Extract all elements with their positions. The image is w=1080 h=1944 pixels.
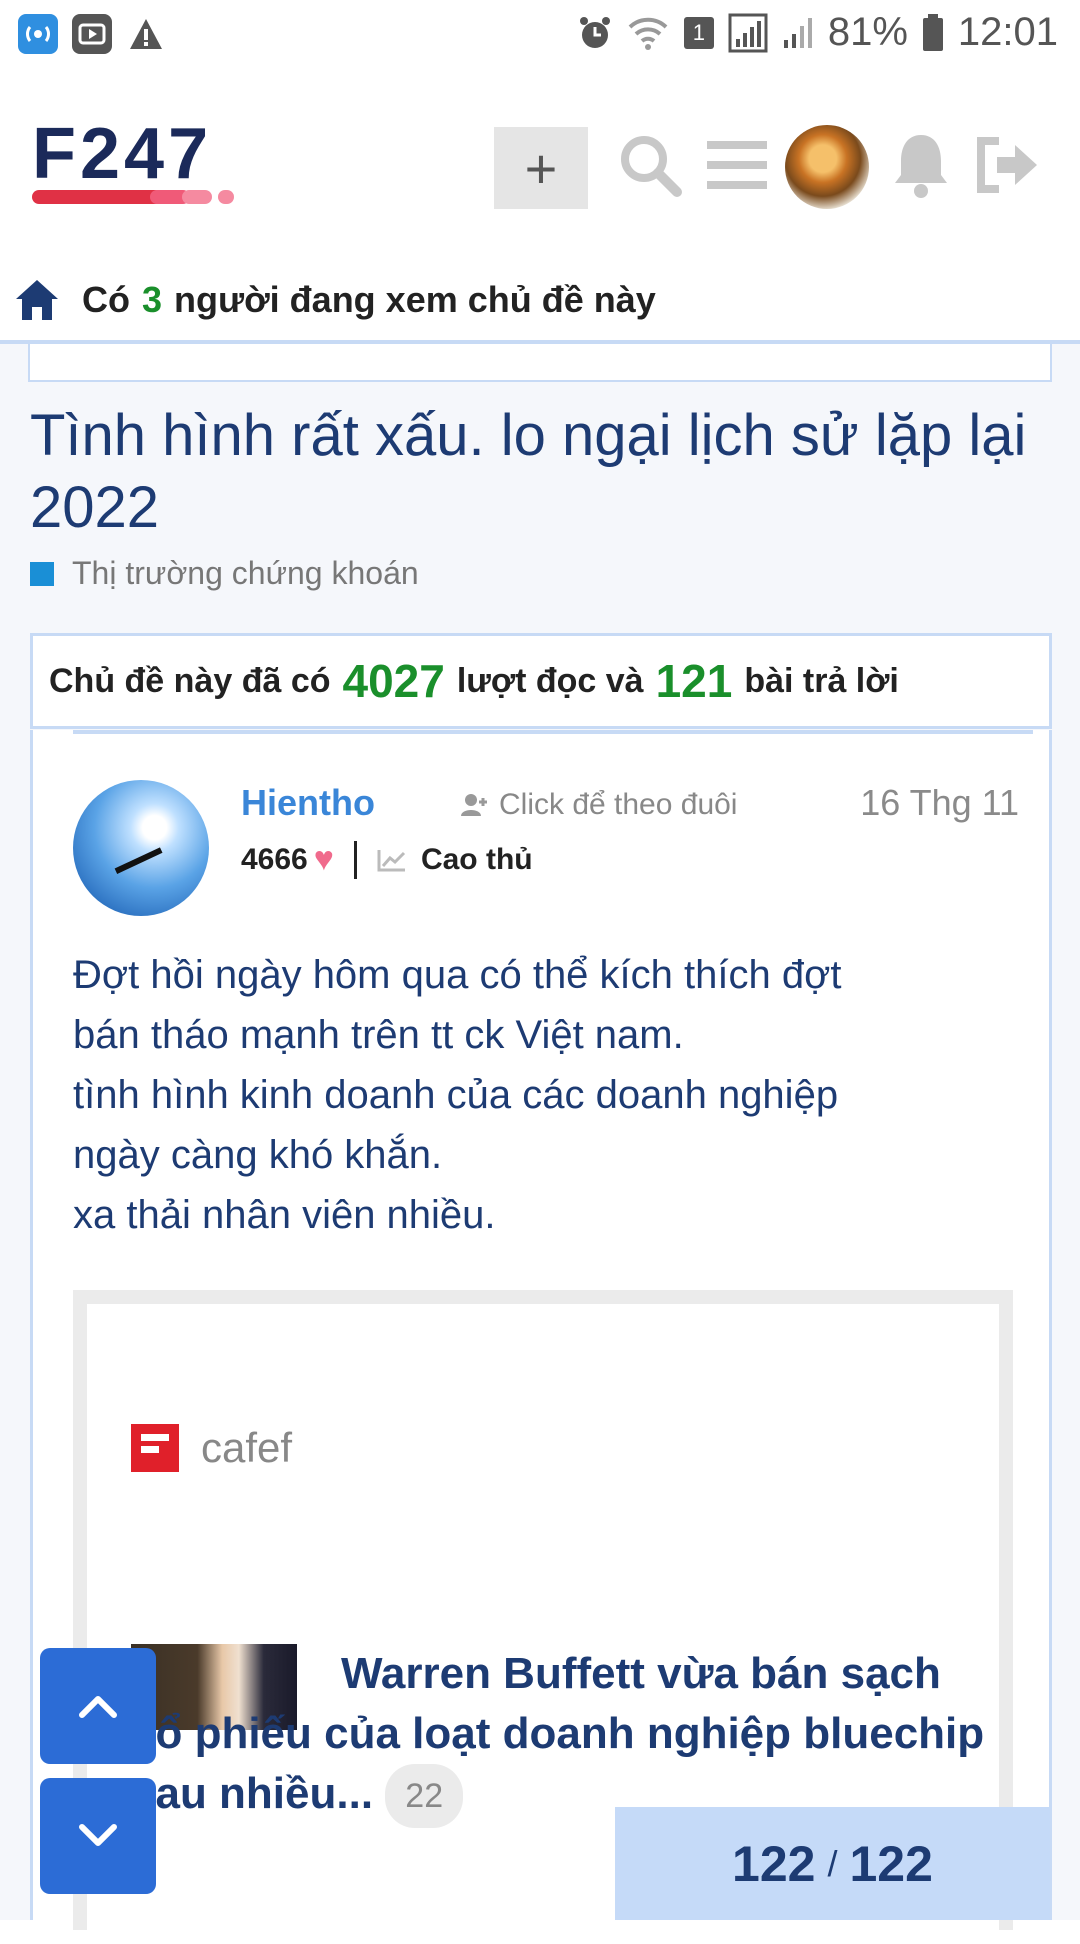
add-button[interactable]: + xyxy=(494,127,588,209)
poster-stats: 4666 ♥ Cao thủ xyxy=(241,840,533,879)
warning-icon xyxy=(126,14,166,54)
site-header: F247 + xyxy=(0,75,1080,255)
post-line: bán tháo mạnh trên tt ck Việt nam. xyxy=(73,1013,684,1057)
post-card: Hientho Click để theo đuôi 16 Thg 11 466… xyxy=(30,730,1052,1944)
battery-icon xyxy=(922,13,943,51)
signal-icon xyxy=(728,13,768,52)
source-name: cafef xyxy=(201,1424,293,1471)
stats-suffix: bài trả lời xyxy=(744,661,899,700)
preview-source: cafef xyxy=(131,1424,292,1472)
previous-post-edge xyxy=(28,344,1052,382)
pager-current: 122 xyxy=(732,1835,816,1892)
add-user-icon xyxy=(461,794,487,816)
follow-label: Click để theo đuôi xyxy=(499,788,738,821)
alarm-icon xyxy=(579,16,610,48)
sim-indicator: 1 xyxy=(683,16,714,49)
cafef-logo-icon xyxy=(131,1424,179,1472)
viewers-count: 3 xyxy=(142,279,163,320)
poster-points: 4666 xyxy=(241,842,308,876)
preview-headline[interactable]: Warren Buffett vừa bán sạch cổ phiếu của… xyxy=(131,1644,991,1829)
viewers-text: Có 3 người đang xem chủ đề này xyxy=(82,279,656,321)
pager-slash: / xyxy=(827,1842,838,1884)
battery-percent: 81% xyxy=(827,10,908,54)
viewers-suffix: người đang xem chủ đề này xyxy=(174,279,656,320)
heart-icon: ♥ xyxy=(313,840,334,878)
post-pager[interactable]: 122 / 122 xyxy=(615,1807,1050,1920)
chart-trend-icon xyxy=(377,849,405,871)
poster-username[interactable]: Hientho xyxy=(241,782,375,824)
chevron-up-icon xyxy=(79,1696,117,1718)
separator xyxy=(353,840,357,879)
scroll-up-button[interactable] xyxy=(40,1648,156,1764)
post-line: ngày càng khó khắn. xyxy=(73,1133,443,1177)
stats-mid: lượt đọc và xyxy=(456,661,644,700)
logout-icon[interactable] xyxy=(972,130,1042,200)
category-label: Thị trường chứng khoán xyxy=(72,555,419,591)
scroll-down-button[interactable] xyxy=(40,1778,156,1894)
chevron-down-icon xyxy=(79,1824,117,1846)
post-date[interactable]: 16 Thg 11 xyxy=(860,782,1019,824)
wifi-icon xyxy=(628,17,668,50)
viewers-banner: Có 3 người đang xem chủ đề này xyxy=(0,260,1080,344)
poster-rank: Cao thủ xyxy=(420,842,533,876)
category-color-square xyxy=(30,561,54,586)
follow-button[interactable]: Click để theo đuôi xyxy=(461,788,737,822)
views-count: 4027 xyxy=(342,655,445,707)
poster-avatar[interactable] xyxy=(73,780,209,916)
replies-count: 121 xyxy=(655,655,733,707)
topic-stats: Chủ đề này đã có 4027 lượt đọc và 121 bà… xyxy=(30,633,1052,729)
post-line: tình hình kinh doanh của các doanh nghiệ… xyxy=(73,1073,839,1117)
click-count-badge: 22 xyxy=(385,1764,464,1829)
viewers-prefix: Có xyxy=(82,279,130,320)
topic-category[interactable]: Thị trường chứng khoán xyxy=(30,555,419,592)
headline-text: Warren Buffett vừa bán sạch cổ phiếu của… xyxy=(131,1649,985,1818)
search-icon[interactable] xyxy=(615,130,685,200)
post-line: xa thải nhân viên nhiều. xyxy=(73,1193,496,1237)
post-divider xyxy=(73,730,1033,734)
notification-bell-icon[interactable] xyxy=(886,130,956,200)
stats-prefix: Chủ đề này đã có xyxy=(49,661,331,700)
user-avatar[interactable] xyxy=(785,125,869,209)
svg-text:F247: F247 xyxy=(32,120,212,194)
status-bar: 1 81% 12:01 xyxy=(0,0,1080,75)
signal-weak-icon xyxy=(783,17,812,48)
pager-total: 122 xyxy=(849,1835,933,1892)
site-logo[interactable]: F247 xyxy=(32,114,332,215)
post-line: Đợt hồi ngày hôm qua có thể kích thích đ… xyxy=(73,953,842,997)
menu-icon[interactable] xyxy=(702,130,772,200)
post-body: Đợt hồi ngày hôm qua có thể kích thích đ… xyxy=(73,945,1013,1245)
hotspot-icon xyxy=(18,14,58,54)
clock: 12:01 xyxy=(957,10,1058,54)
home-icon[interactable] xyxy=(14,277,60,323)
topic-title: Tình hình rất xấu. lo ngại lịch sử lặp l… xyxy=(30,403,1027,540)
video-app-icon xyxy=(72,14,112,54)
